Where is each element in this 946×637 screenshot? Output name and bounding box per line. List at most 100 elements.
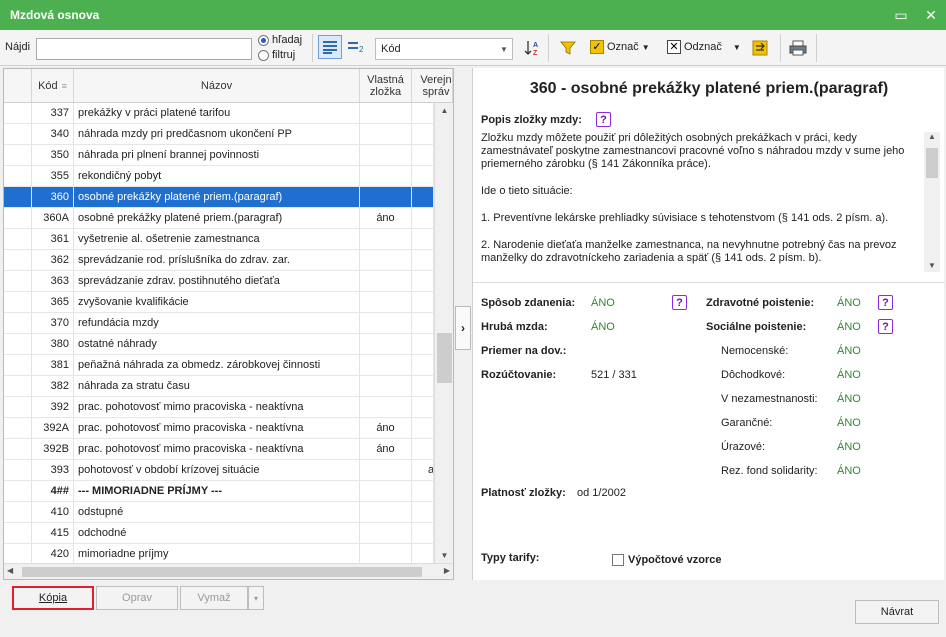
avg-label: Priemer na dov.: bbox=[481, 345, 567, 357]
table-row[interactable]: 360 osobné prekážky platené priem.(paragr… bbox=[4, 187, 434, 208]
header-name[interactable]: Názov bbox=[74, 69, 360, 103]
table-row[interactable]: 415 odchodné bbox=[4, 523, 434, 544]
table-row[interactable]: 392 prac. pohotovosť mimo pracoviska - ne… bbox=[4, 397, 434, 418]
table-row[interactable]: 355 rekondičný pobyt bbox=[4, 166, 434, 187]
close-button[interactable]: ✕ bbox=[916, 0, 946, 30]
table-row[interactable]: 392A prac. pohotovosť mimo pracoviska - n… bbox=[4, 418, 434, 439]
cell-own bbox=[360, 271, 412, 291]
splitter[interactable]: › bbox=[455, 68, 471, 580]
table-row[interactable]: 380 ostatné náhrady bbox=[4, 334, 434, 355]
cell-public bbox=[412, 481, 434, 501]
sort-az-icon[interactable]: AZ bbox=[521, 36, 545, 60]
description-scrollbar[interactable]: ▲ ▼ bbox=[924, 132, 940, 272]
table-row[interactable]: 365 zvyšovanie kvalifikácie bbox=[4, 292, 434, 313]
cell-name: sprevádzanie rod. príslušníka do zdrav. … bbox=[74, 250, 360, 270]
table-row[interactable]: 337 prekážky v práci platené tarifou bbox=[4, 103, 434, 124]
cell-code: 415 bbox=[32, 523, 74, 543]
description-label: Popis zložky mzdy: bbox=[481, 114, 582, 126]
print-icon[interactable] bbox=[786, 36, 810, 60]
edit-button[interactable]: Oprav bbox=[96, 586, 178, 610]
components-table: Kód ≡ Názov Vlastná zložka Verejn správ 3… bbox=[3, 68, 454, 580]
insurance-sub-label: Garančné: bbox=[721, 417, 773, 429]
sort-indicator-icon: ≡ bbox=[61, 81, 67, 91]
table-row[interactable]: 393 pohotovosť v období krízovej situácie… bbox=[4, 460, 434, 481]
radio-filter[interactable]: filtruj bbox=[258, 49, 295, 61]
cell-own bbox=[360, 334, 412, 354]
radio-search[interactable]: hľadaj bbox=[258, 34, 302, 46]
table-row[interactable]: 370 refundácia mzdy bbox=[4, 313, 434, 334]
scroll-up-icon[interactable]: ▲ bbox=[435, 106, 453, 115]
table-row[interactable]: 392B prac. pohotovosť mimo pracoviska - n… bbox=[4, 439, 434, 460]
table-row[interactable]: 381 peňažná náhrada za obmedz. zárobkovej… bbox=[4, 355, 434, 376]
cell-name: pohotovosť v období krízovej situácie bbox=[74, 460, 360, 480]
row-selector bbox=[4, 397, 32, 417]
table-row[interactable]: 420 mimoriadne príjmy bbox=[4, 544, 434, 565]
cell-own: áno bbox=[360, 418, 412, 438]
help-icon[interactable]: ? bbox=[878, 295, 893, 310]
cell-public bbox=[412, 376, 434, 396]
table-row[interactable]: 340 náhrada mzdy pri predčasnom ukončení … bbox=[4, 124, 434, 145]
scroll-up-icon[interactable]: ▲ bbox=[924, 132, 940, 141]
scroll-left-icon[interactable]: ◀ bbox=[7, 566, 13, 575]
cell-name: odchodné bbox=[74, 523, 360, 543]
table-row[interactable]: 4## --- MIMORIADNE PRÍJMY --- bbox=[4, 481, 434, 502]
cell-name: náhrada mzdy pri predčasnom ukončení PP bbox=[74, 124, 360, 144]
horizontal-scrollbar[interactable]: ◀ ▶ bbox=[4, 563, 453, 579]
table-row[interactable]: 350 náhrada pri plnení brannej povinnosti bbox=[4, 145, 434, 166]
swap-icon[interactable] bbox=[748, 36, 772, 60]
cell-code: 365 bbox=[32, 292, 74, 312]
list-view-icon[interactable] bbox=[318, 35, 342, 59]
scroll-down-icon[interactable]: ▼ bbox=[924, 261, 940, 270]
table-row[interactable]: 361 vyšetrenie al. ošetrenie zamestnanca bbox=[4, 229, 434, 250]
minimize-button[interactable]: ▭ bbox=[886, 0, 916, 30]
copy-button[interactable]: Kópia bbox=[12, 586, 94, 610]
unmark-button[interactable]: ✕ Odznač ▼ bbox=[667, 40, 741, 54]
header-public[interactable]: Verejn správ bbox=[412, 69, 453, 103]
cell-public bbox=[412, 502, 434, 522]
cell-name: ostatné náhrady bbox=[74, 334, 360, 354]
back-button[interactable]: Návrat bbox=[855, 600, 939, 624]
numbered-list-icon[interactable]: 2 bbox=[344, 35, 368, 59]
delete-button[interactable]: Vymaž bbox=[180, 586, 248, 610]
scroll-thumb-h[interactable] bbox=[22, 567, 422, 577]
find-input[interactable] bbox=[36, 38, 252, 60]
collapse-panel-button[interactable]: › bbox=[455, 306, 471, 350]
delete-dropdown-button[interactable]: ▾ bbox=[248, 586, 264, 610]
scroll-thumb[interactable] bbox=[437, 333, 452, 383]
row-selector bbox=[4, 103, 32, 123]
header-selector bbox=[4, 69, 32, 103]
gross-label: Hrubá mzda: bbox=[481, 321, 548, 333]
table-row[interactable]: 360A osobné prekážky platené priem.(parag… bbox=[4, 208, 434, 229]
help-icon[interactable]: ? bbox=[672, 295, 687, 310]
cell-code: 355 bbox=[32, 166, 74, 186]
table-row[interactable]: 362 sprevádzanie rod. príslušníka do zdra… bbox=[4, 250, 434, 271]
svg-text:A: A bbox=[533, 42, 538, 49]
help-icon[interactable]: ? bbox=[596, 112, 611, 127]
cell-code: 360A bbox=[32, 208, 74, 228]
formula-checkbox[interactable]: Výpočtové vzorce bbox=[612, 554, 722, 566]
scroll-thumb[interactable] bbox=[926, 148, 938, 178]
help-icon[interactable]: ? bbox=[878, 319, 893, 334]
radio-dot-icon bbox=[258, 34, 269, 46]
table-row[interactable]: 382 náhrada za stratu času bbox=[4, 376, 434, 397]
vertical-scrollbar[interactable]: ▲ ▼ bbox=[434, 103, 453, 563]
table-row[interactable]: 363 sprevádzanie zdrav. postihnutého dieť… bbox=[4, 271, 434, 292]
cell-code: 363 bbox=[32, 271, 74, 291]
header-own[interactable]: Vlastná zložka bbox=[360, 69, 412, 103]
table-row[interactable]: 410 odstupné bbox=[4, 502, 434, 523]
tax-label: Spôsob zdanenia: bbox=[481, 297, 576, 309]
row-selector bbox=[4, 166, 32, 186]
mark-button[interactable]: ✓ Označ ▼ bbox=[590, 40, 650, 54]
scroll-down-icon[interactable]: ▼ bbox=[435, 551, 453, 560]
row-selector bbox=[4, 124, 32, 144]
cell-code: 393 bbox=[32, 460, 74, 480]
cell-code: 370 bbox=[32, 313, 74, 333]
header-code[interactable]: Kód ≡ bbox=[32, 69, 74, 103]
sort-select[interactable]: Kód ▼ bbox=[375, 38, 513, 60]
scroll-right-icon[interactable]: ▶ bbox=[444, 566, 450, 575]
cell-name: prac. pohotovosť mimo pracoviska - neakt… bbox=[74, 418, 360, 438]
insurance-sub-value: ÁNO bbox=[837, 345, 861, 357]
row-selector bbox=[4, 145, 32, 165]
filter-icon[interactable] bbox=[556, 36, 580, 60]
cell-name: odstupné bbox=[74, 502, 360, 522]
